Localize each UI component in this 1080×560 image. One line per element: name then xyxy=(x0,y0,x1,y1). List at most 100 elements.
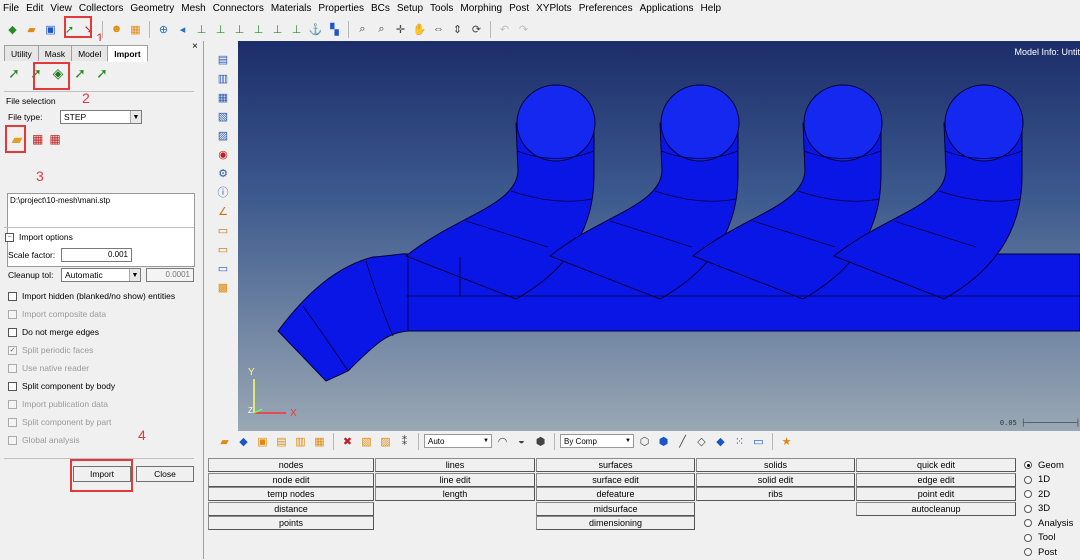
zoom-icon[interactable]: ⌕ xyxy=(373,21,390,38)
star-icon[interactable]: ★ xyxy=(778,433,795,450)
tab-mask[interactable]: Mask xyxy=(37,45,73,61)
radio-1d[interactable]: 1D xyxy=(1024,473,1080,488)
monitor-icon[interactable]: ▭ xyxy=(750,433,767,450)
scale-factor-input[interactable]: 0.001 xyxy=(61,248,132,262)
menu-file[interactable]: File xyxy=(3,3,19,14)
fit-icon[interactable]: ▚ xyxy=(326,21,343,38)
option-checkbox[interactable]: Import composite data xyxy=(8,309,106,319)
checkbox-box[interactable] xyxy=(8,381,17,391)
radio-dot[interactable] xyxy=(1024,504,1032,513)
save-icon[interactable]: ▣ xyxy=(42,21,59,38)
label-abc-icon[interactable]: ▭ xyxy=(215,222,231,238)
delete-icon[interactable]: ✖ xyxy=(339,433,356,450)
color-mode-icon[interactable]: ◉ xyxy=(215,146,231,162)
surface-icon[interactable]: ◆ xyxy=(712,433,729,450)
reverse-icon[interactable]: ▦ xyxy=(311,433,328,450)
menu-help[interactable]: Help xyxy=(701,3,722,14)
menu-button-autocleanup[interactable]: autocleanup xyxy=(856,501,1016,516)
zoom-box-icon[interactable]: ⌕ xyxy=(354,21,371,38)
view-xz-icon[interactable]: ⊥ xyxy=(231,21,248,38)
label-abc-3-icon[interactable]: ▭ xyxy=(215,260,231,276)
checkbox-box[interactable]: ✓ xyxy=(8,345,17,355)
info-icon[interactable]: ⓘ xyxy=(215,184,231,200)
menu-view[interactable]: View xyxy=(50,3,72,14)
graphics-viewport[interactable]: Model Info: Untit Y X Z 0.05 ├──────────… xyxy=(238,41,1080,431)
menu-button-ribs[interactable]: ribs xyxy=(696,487,855,501)
lasso-icon[interactable]: ◠ xyxy=(494,433,511,450)
entity-icon[interactable]: ▩ xyxy=(215,279,231,295)
file-path-entry[interactable]: D:\project\10-mesh\mani.stp xyxy=(10,196,110,205)
fill-icon[interactable]: ◒ xyxy=(513,433,530,450)
menu-button-length[interactable]: length xyxy=(375,487,535,501)
hide-icon[interactable]: ▥ xyxy=(292,433,309,450)
option-checkbox[interactable]: Import publication data xyxy=(8,399,108,409)
menu-button-defeature[interactable]: defeature xyxy=(536,487,695,501)
checkbox-box[interactable] xyxy=(8,309,17,319)
option-checkbox[interactable]: Import hidden (blanked/no show) entities xyxy=(8,291,175,301)
menu-xyplots[interactable]: XYPlots xyxy=(536,3,572,14)
add-file-grid-icon[interactable]: ▦ xyxy=(32,132,43,146)
cleanup-tol-input[interactable]: 0.0001 xyxy=(146,268,194,282)
undo-icon[interactable]: ↶ xyxy=(496,21,513,38)
menu-button-node-edit[interactable]: node edit xyxy=(208,472,374,487)
spin-icon[interactable]: ⟳ xyxy=(468,21,485,38)
line-icon[interactable]: ╱ xyxy=(674,433,691,450)
import-fe-overlay-icon[interactable]: ➚ xyxy=(94,65,110,82)
shaded-icon[interactable]: ▤ xyxy=(215,51,231,67)
open-model-icon[interactable]: ▰ xyxy=(23,21,40,38)
redo-icon[interactable]: ↷ xyxy=(515,21,532,38)
checkbox-box[interactable] xyxy=(8,399,17,409)
close-button[interactable]: Close xyxy=(136,466,194,482)
menu-geometry[interactable]: Geometry xyxy=(130,3,174,14)
import-solver-deck-icon[interactable]: ➚ xyxy=(72,65,88,82)
menu-button-midsurface[interactable]: midsurface xyxy=(536,501,695,516)
menu-applications[interactable]: Applications xyxy=(640,3,694,14)
radio-dot[interactable] xyxy=(1024,519,1032,528)
assemblies-icon[interactable]: ◆ xyxy=(235,433,252,450)
menu-tools[interactable]: Tools xyxy=(430,3,453,14)
by-comp-select[interactable]: By Comp ▼ xyxy=(560,434,634,448)
model-browser-icon[interactable]: ▦ xyxy=(127,21,144,38)
cleanup-tol-select[interactable]: Automatic ▼ xyxy=(61,268,141,282)
checkbox-box[interactable] xyxy=(8,363,17,373)
shaded-edges-icon[interactable]: ▦ xyxy=(215,89,231,105)
new-model-icon[interactable]: ◆ xyxy=(4,21,21,38)
checkbox-box[interactable] xyxy=(8,291,17,301)
mask-icon[interactable]: ⚙ xyxy=(215,165,231,181)
tab-import[interactable]: Import xyxy=(107,45,148,62)
menu-button-dimensioning[interactable]: dimensioning xyxy=(536,516,695,530)
geometry-display-icon[interactable]: ▧ xyxy=(215,108,231,124)
file-type-select[interactable]: STEP ▼ xyxy=(60,110,142,124)
checkbox-box[interactable] xyxy=(8,327,17,337)
option-checkbox[interactable]: Global analysis xyxy=(8,435,80,445)
menu-button-point-edit[interactable]: point edit xyxy=(856,487,1016,501)
menu-button-surfaces[interactable]: surfaces xyxy=(536,458,695,472)
import-options-toggle[interactable]: − Import options xyxy=(5,232,73,242)
shaded-cube-icon[interactable]: ⬢ xyxy=(655,433,672,450)
menu-connectors[interactable]: Connectors xyxy=(213,3,264,14)
color-mode-select[interactable]: Auto ▼ xyxy=(424,434,492,448)
radio-3d[interactable]: 3D xyxy=(1024,502,1080,517)
menu-button-distance[interactable]: distance xyxy=(208,501,374,516)
vertical-arrows-icon[interactable]: ⇕ xyxy=(449,21,466,38)
rename-icon[interactable]: ▨ xyxy=(377,433,394,450)
menu-preferences[interactable]: Preferences xyxy=(579,3,633,14)
menu-edit[interactable]: Edit xyxy=(26,3,43,14)
user-icon[interactable]: ☻ xyxy=(108,21,125,38)
remove-file-grid-icon[interactable]: ▦ xyxy=(49,132,60,146)
import-model-icon[interactable]: ➚ xyxy=(6,65,22,82)
menu-button-solid-edit[interactable]: solid edit xyxy=(696,472,855,487)
menu-button-surface-edit[interactable]: surface edit xyxy=(536,472,695,487)
menu-bcs[interactable]: BCs xyxy=(371,3,390,14)
option-checkbox[interactable]: Split component by part xyxy=(8,417,111,427)
menu-button-points[interactable]: points xyxy=(208,516,374,530)
cube-icon[interactable]: ⬢ xyxy=(532,433,549,450)
view-zx-icon[interactable]: ⊥ xyxy=(250,21,267,38)
rotate-left-icon[interactable]: ◂ xyxy=(174,21,191,38)
horizontal-arrows-icon[interactable]: ⇔ xyxy=(430,21,447,38)
tab-model[interactable]: Model xyxy=(71,45,109,61)
wireframe-icon[interactable]: ▥ xyxy=(215,70,231,86)
menu-button-solids[interactable]: solids xyxy=(696,458,855,472)
radio-dot[interactable] xyxy=(1024,533,1032,542)
radio-geom[interactable]: Geom xyxy=(1024,458,1080,473)
